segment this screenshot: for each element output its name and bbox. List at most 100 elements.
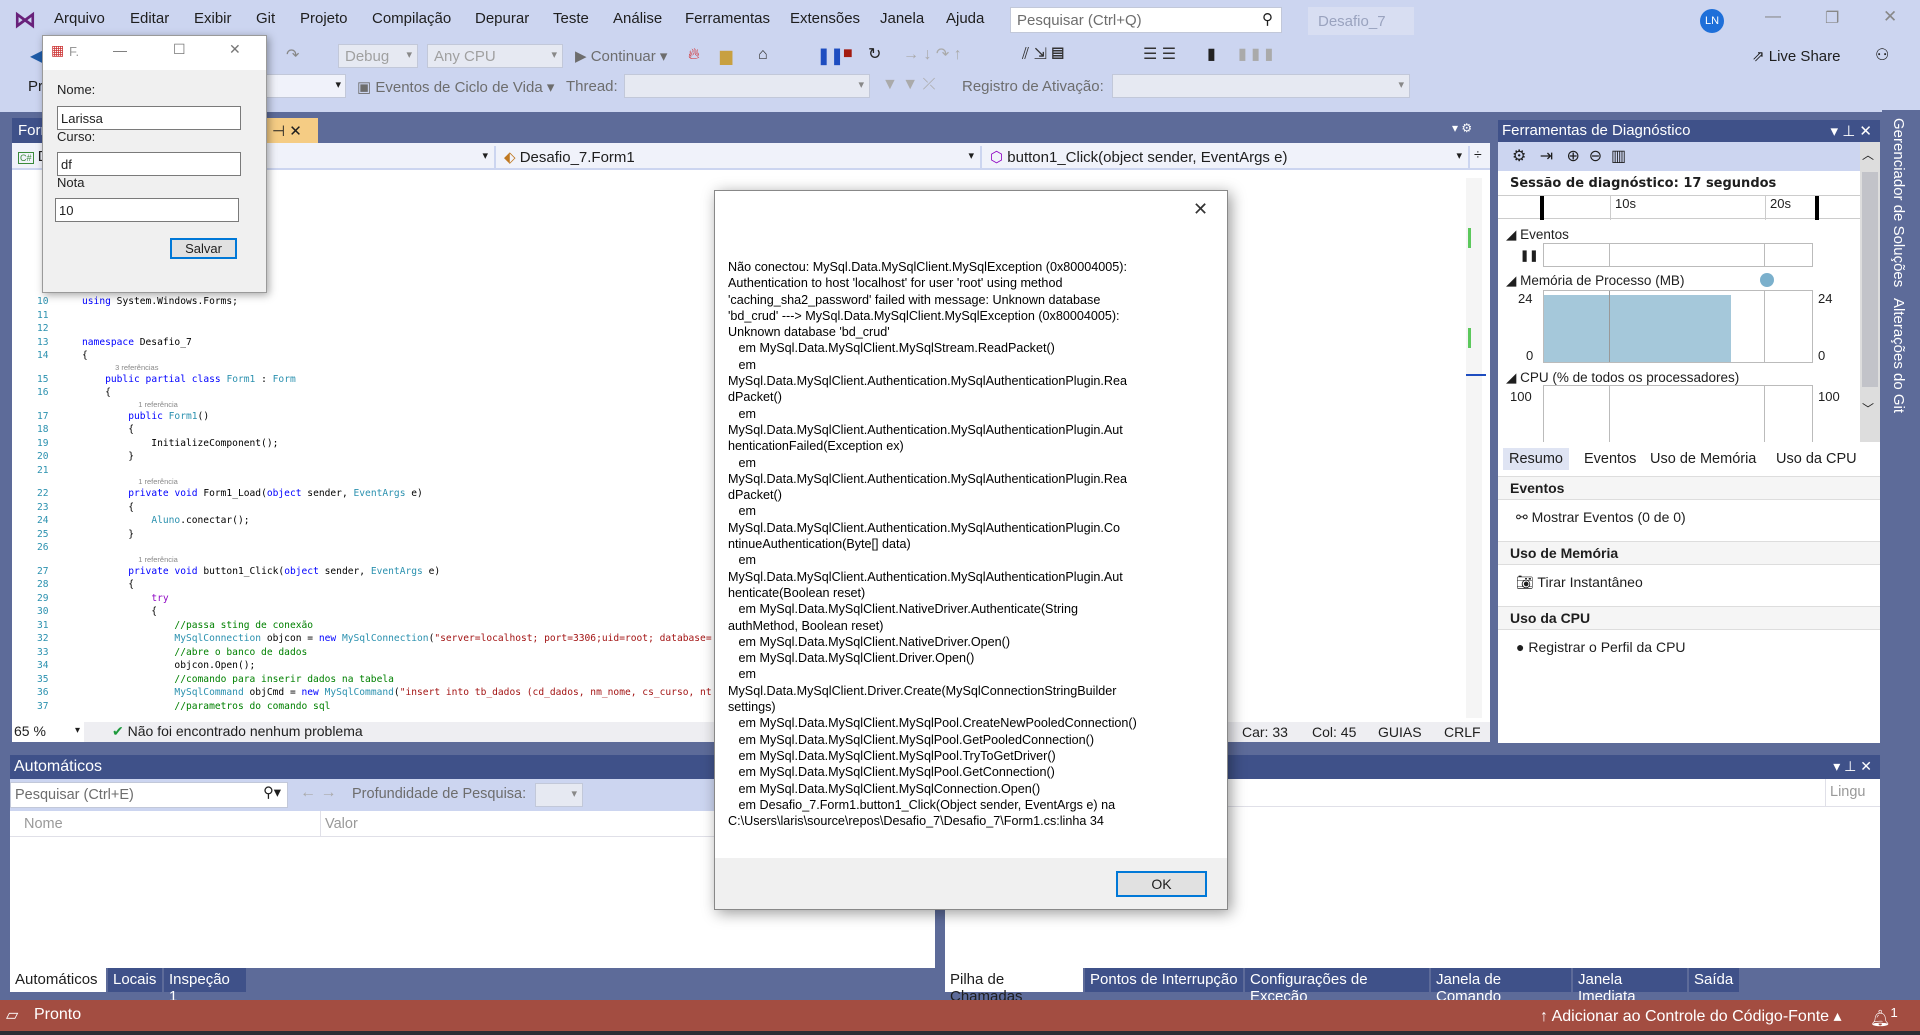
bottom-tab[interactable]: Configurações de Exceção	[1245, 968, 1429, 1005]
restart-icon[interactable]: ↻	[868, 44, 881, 64]
step-over-icon[interactable]: → ↓ ↷ ↑	[903, 44, 962, 64]
code-line[interactable]: try	[82, 592, 168, 606]
pin-icon[interactable]: ⊣	[272, 123, 285, 140]
code-line[interactable]: }	[82, 450, 134, 464]
search-icon[interactable]: ⚲▾	[263, 785, 281, 801]
settings-icon[interactable]: ⚙	[1512, 148, 1526, 165]
code-line[interactable]: {	[82, 578, 134, 592]
form-maximize-button[interactable]: ☐	[173, 41, 186, 58]
back-forward-icon[interactable]: ← →	[300, 784, 336, 802]
thread-combo[interactable]	[624, 74, 870, 98]
form-close-button[interactable]: ✕	[229, 41, 241, 58]
column-name[interactable]: Nome	[24, 816, 63, 832]
tab-list-dropdown-icon[interactable]: ▾ ⚙	[1452, 121, 1472, 135]
events-track[interactable]	[1543, 243, 1813, 267]
notifications-icon[interactable]: 🔔︎1	[1870, 1005, 1898, 1028]
scroll-up-icon[interactable]: ︿	[1862, 146, 1874, 163]
code-line[interactable]: InitializeComponent();	[82, 437, 278, 451]
code-line[interactable]: using System.Windows.Forms;	[82, 295, 238, 309]
menu-analise[interactable]: Análise	[613, 10, 662, 27]
menu-ajuda[interactable]: Ajuda	[946, 10, 984, 27]
bottom-tab[interactable]: Pontos de Interrupção	[1085, 968, 1243, 992]
config-combo[interactable]: Debug	[338, 44, 418, 68]
search-input[interactable]: Pesquisar (Ctrl+Q) ⚲	[1010, 7, 1282, 33]
diag-tab[interactable]: Eventos	[1578, 448, 1642, 470]
dialog-close-button[interactable]: ✕	[1193, 199, 1208, 220]
code-line[interactable]: public partial class Form1 : Form	[82, 373, 296, 387]
bottom-tab[interactable]: Janela Imediata	[1573, 968, 1687, 1005]
scroll-down-icon[interactable]: ﹀	[1862, 400, 1874, 417]
minimize-button[interactable]: —	[1765, 8, 1781, 26]
code-line[interactable]: //passa sting de conexão	[82, 619, 313, 633]
menu-exibir[interactable]: Exibir	[194, 10, 232, 27]
bottom-tab[interactable]: Inspeção 1	[164, 968, 246, 1005]
close-window-button[interactable]: ✕	[1883, 7, 1897, 27]
events-section-label[interactable]: ◢ Eventos	[1506, 227, 1569, 243]
member-combo[interactable]: ⬡ button1_Click(object sender, EventArgs…	[984, 146, 1470, 168]
tab-form1-cs[interactable]: ⊣ ✕	[266, 118, 318, 143]
autos-search-input[interactable]: Pesquisar (Ctrl+E) ⚲▾	[10, 782, 288, 808]
code-line[interactable]: namespace Desafio_7	[82, 336, 192, 350]
column-indicator[interactable]: Col: 45	[1312, 724, 1356, 740]
tabs-indicator[interactable]: GUIAS	[1378, 724, 1422, 740]
code-line[interactable]: {	[82, 605, 157, 619]
pause-icon[interactable]: ❚❚	[1520, 249, 1538, 262]
bottom-tab[interactable]: Saída	[1689, 968, 1739, 992]
diag-tab[interactable]: Uso de Memória	[1644, 448, 1762, 470]
bookmark-icon[interactable]: ▮	[1207, 44, 1216, 64]
code-line[interactable]: Aluno.conectar();	[82, 514, 249, 528]
editor-scrollbar[interactable]	[1466, 178, 1486, 718]
menu-git[interactable]: Git	[256, 10, 275, 27]
menu-compilacao[interactable]: Compilação	[372, 10, 451, 27]
column-value[interactable]: Valor	[320, 811, 362, 837]
nota-input[interactable]: 10	[55, 198, 239, 222]
lifecycle-events-button[interactable]: ▣ Eventos de Ciclo de Vida ▾	[357, 78, 554, 96]
code-line[interactable]: private void Form1_Load(object sender, E…	[82, 487, 423, 501]
folder-icon[interactable]: ▆	[720, 46, 732, 66]
nome-input[interactable]: Larissa	[57, 106, 241, 130]
tab-solution-explorer[interactable]: Gerenciador de Soluções	[1890, 118, 1907, 287]
menu-projeto[interactable]: Projeto	[300, 10, 348, 27]
home-icon[interactable]: ⌂	[758, 46, 768, 64]
stack-frame-combo[interactable]	[1112, 74, 1410, 98]
diagnostics-scrollbar[interactable]: ︿ ﹀	[1860, 142, 1880, 442]
code-line[interactable]: objcon.Open();	[82, 659, 255, 673]
snapshot-marker[interactable]	[1760, 273, 1774, 287]
add-source-control-button[interactable]: ↑ Adicionar ao Controle do Código-Fonte …	[1540, 1006, 1842, 1026]
code-line[interactable]: private void button1_Click(object sender…	[82, 565, 440, 579]
zoom-combo[interactable]: 65 % ▾	[12, 722, 84, 742]
memory-chart[interactable]	[1543, 290, 1813, 363]
menu-editar[interactable]: Editar	[130, 10, 169, 27]
comment-icon[interactable]: ☰ ☰	[1143, 44, 1176, 64]
bottom-tab[interactable]: Automáticos	[10, 968, 106, 992]
problems-indicator[interactable]: ✔ Não foi encontrado nenhum problema	[112, 723, 363, 740]
zoom-out-icon[interactable]: ⊖	[1589, 148, 1602, 165]
export-icon[interactable]: ⇥	[1540, 148, 1553, 165]
menu-ferramentas[interactable]: Ferramentas	[685, 10, 770, 27]
breakpoint-icon[interactable]: ⫽ ⇲ ▤	[1022, 44, 1064, 64]
diag-tab[interactable]: Uso da CPU	[1770, 448, 1863, 470]
feedback-icon[interactable]: ⚇	[1875, 45, 1889, 65]
code-line[interactable]: MySqlConnection objcon = new MySqlConnec…	[82, 632, 711, 646]
ok-button[interactable]: OK	[1116, 871, 1207, 897]
diag-section-action[interactable]: ⚯ Mostrar Eventos (0 de 0)	[1498, 506, 1880, 532]
live-share-button[interactable]: ⇗ Live Share	[1752, 47, 1840, 65]
code-line[interactable]: {	[82, 423, 134, 437]
diag-section-action[interactable]: 📷︎ Tirar Instantâneo	[1498, 571, 1880, 597]
restore-button[interactable]: ❐	[1825, 8, 1839, 28]
bottom-tab[interactable]: Pilha de Chamadas	[945, 968, 1083, 1005]
platform-combo[interactable]: Any CPU	[427, 44, 563, 68]
back-icon[interactable]: ◀	[30, 46, 42, 66]
filter-icon[interactable]: ▼ ▼ ⤫	[882, 76, 935, 94]
bottom-tab[interactable]: Locais	[108, 968, 162, 992]
curso-input[interactable]: df	[57, 152, 241, 176]
cpu-section-label[interactable]: ◢ CPU (% de todos os processadores)	[1506, 370, 1739, 386]
code-line[interactable]: MySqlCommand objCmd = new MySqlCommand("…	[82, 686, 711, 700]
close-tab-icon[interactable]: ✕	[289, 123, 302, 140]
line-indicator[interactable]: Car: 33	[1242, 724, 1288, 740]
panel-controls-icon[interactable]: ▾ ⊥ ✕	[1833, 758, 1872, 775]
tab-git-changes[interactable]: Alterações do Git	[1890, 298, 1907, 413]
diag-tab[interactable]: Resumo	[1503, 448, 1569, 470]
split-icon[interactable]: ÷	[1474, 146, 1482, 162]
menu-extensoes[interactable]: Extensões	[790, 10, 860, 27]
